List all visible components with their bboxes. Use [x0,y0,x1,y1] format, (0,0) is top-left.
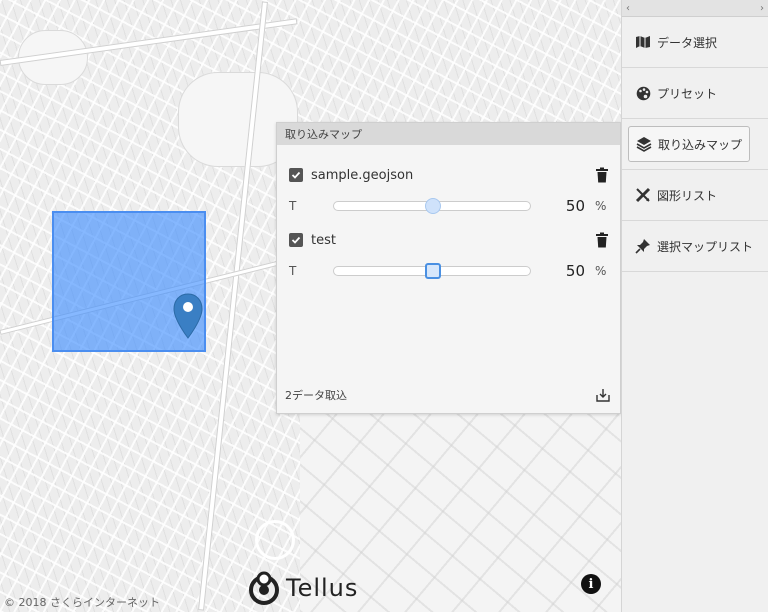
info-button[interactable]: i [581,574,601,594]
import-icon[interactable] [596,388,610,402]
sidebar-item-preset[interactable]: プリセット [622,68,768,119]
opacity-slider[interactable] [333,263,531,279]
layer-checkbox[interactable] [289,233,303,247]
sidebar-item-label: 図形リスト [657,188,718,203]
collapse-left-icon[interactable]: ‹ [626,3,630,14]
layer-item: sample.geojson T 50 % [289,164,609,217]
layers-icon [636,136,652,152]
import-count: 2データ取込 [285,389,347,402]
map-icon [635,34,651,50]
check-icon [291,171,301,179]
slider-thumb[interactable] [425,198,441,214]
sidebar-item-shape-list[interactable]: 図形リスト [622,170,768,221]
opacity-slider[interactable] [333,198,531,214]
opacity-value: 50 [565,262,585,280]
layer-name: test [311,232,336,248]
opacity-label: T [289,264,297,278]
sidebar-item-imported-map[interactable]: 取り込みマップ [622,119,768,170]
sidebar-collapse-bar: ‹ › [622,0,768,17]
check-icon [291,236,301,244]
ruler-pencil-icon [635,187,651,203]
layer-item: test T 50 % [289,229,609,282]
trash-icon[interactable] [595,167,609,183]
sidebar-item-label: 選択マップリスト [657,239,754,254]
panel-title: 取り込みマップ [277,123,620,145]
tellus-logo-text: Tellus [286,574,359,602]
layer-checkbox[interactable] [289,168,303,182]
pin-icon [635,238,651,254]
opacity-unit: % [595,199,607,213]
map-marker-icon[interactable] [172,292,204,340]
sidebar-item-data-select[interactable]: データ選択 [622,17,768,68]
map-copyright: © 2018 さくらインターネット [4,596,160,609]
panel-footer: 2データ取込 [285,387,610,403]
tellus-logo-icon [249,571,279,605]
layer-name: sample.geojson [311,167,414,183]
opacity-value: 50 [565,197,585,215]
map-road [255,520,295,560]
opacity-label: T [289,199,297,213]
sidebar: ‹ › データ選択 プリセット 取り込みマップ 図形リスト 選択マップリスト [621,0,768,612]
palette-icon [635,85,651,101]
sidebar-item-label: データ選択 [657,35,718,50]
trash-icon[interactable] [595,232,609,248]
collapse-right-icon[interactable]: › [760,3,764,14]
opacity-unit: % [595,264,607,278]
sidebar-item-selected-map-list[interactable]: 選択マップリスト [622,221,768,272]
imported-map-panel: 取り込みマップ sample.geojson T 50 % test T 50 … [276,122,621,414]
slider-thumb[interactable] [425,263,441,279]
sidebar-item-label: 取り込みマップ [658,137,743,152]
tellus-logo: Tellus [246,570,358,606]
sidebar-item-label: プリセット [657,86,718,101]
